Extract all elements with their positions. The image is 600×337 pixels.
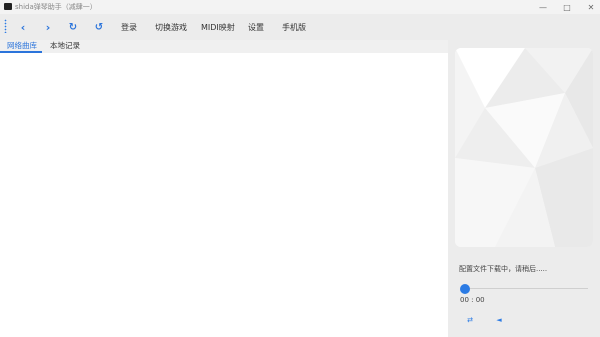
refresh-icon[interactable]: ↻ [66, 14, 80, 40]
menu-midi-mapping[interactable]: MIDI映射 [201, 14, 235, 40]
progress-slider-handle[interactable] [460, 284, 470, 294]
drag-grip-icon[interactable] [4, 19, 7, 33]
menu-switch-game[interactable]: 切换游戏 [155, 14, 187, 40]
download-status-text: 配置文件下载中，请稍后..... [459, 265, 548, 273]
tab-local-records[interactable]: 本地记录 [50, 40, 80, 52]
menu-mobile[interactable]: 手机版 [282, 14, 306, 40]
close-icon[interactable]: ✕ [579, 0, 600, 14]
chevron-right-icon[interactable]: › [41, 14, 55, 40]
menu-settings[interactable]: 设置 [248, 14, 264, 40]
time-display: 00 : 00 [460, 296, 485, 304]
menu-login[interactable]: 登录 [121, 14, 137, 40]
app-logo-icon [4, 3, 12, 10]
maximize-icon[interactable]: □ [555, 0, 579, 14]
chevron-left-icon[interactable]: ‹ [16, 14, 30, 40]
song-list-panel[interactable] [0, 53, 448, 337]
album-cover [455, 48, 593, 247]
volume-icon[interactable]: ◄ [493, 314, 505, 326]
window-title: shida弹琴助手（减肆一） [15, 3, 97, 11]
minimize-icon[interactable]: — [531, 0, 555, 14]
progress-slider[interactable] [462, 288, 588, 289]
shuffle-icon[interactable]: ⇄ [464, 314, 476, 326]
sync-icon[interactable]: ↺ [92, 14, 106, 40]
